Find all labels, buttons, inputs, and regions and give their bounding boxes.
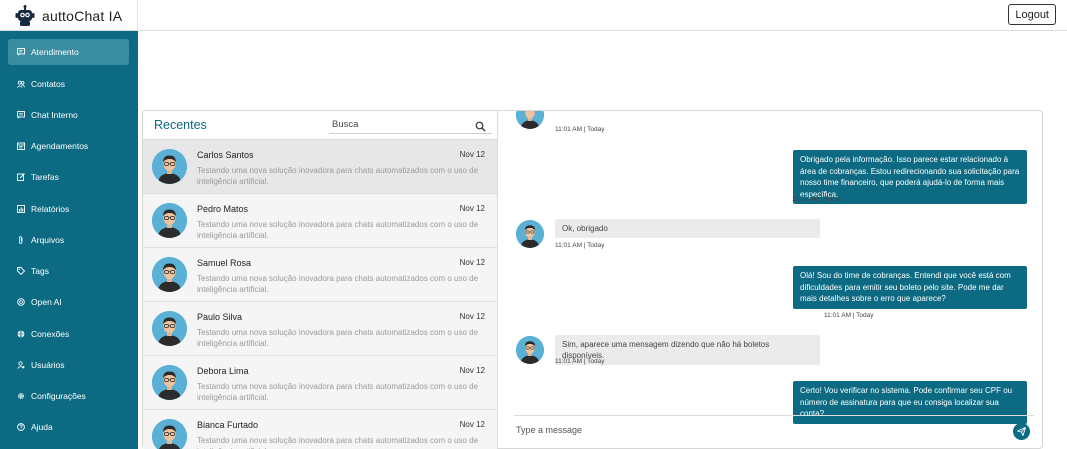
contact-list-item[interactable]: Carlos Santos Nov 12 Testando uma nova s…: [143, 140, 497, 194]
report-icon: [17, 205, 25, 213]
tag-icon: [17, 267, 25, 275]
sidebar-item-agendamentos[interactable]: Agendamentos: [8, 133, 129, 159]
message-timestamp: 11:01 AM | Today: [824, 312, 874, 319]
paperclip-icon: [17, 236, 25, 244]
sidebar: Atendimento Contatos Chat Interno Agenda…: [0, 31, 138, 449]
avatar: [516, 111, 544, 129]
contact-preview: Testando uma nova solução inovadora para…: [197, 382, 479, 402]
logout-button[interactable]: Logout: [1008, 4, 1056, 25]
message-timestamp: 11:01 AM | Today: [792, 196, 842, 203]
contact-preview: Testando uma nova solução inovadora para…: [197, 274, 479, 294]
sidebar-item-label: Tags: [31, 266, 49, 276]
avatar: [152, 203, 187, 238]
search-placeholder: Busca: [332, 119, 359, 130]
contact-date: Nov 12: [459, 420, 485, 429]
help-icon: [17, 423, 25, 431]
chat-panel: 11:01 AM | Today Obrigado pela informaçã…: [499, 111, 1042, 449]
message-timestamp: 11:01 AM | Today: [555, 242, 605, 249]
contact-name: Paulo Silva: [197, 312, 243, 322]
message-icon: [17, 111, 25, 119]
contact-name: Carlos Santos: [197, 150, 254, 160]
avatar: [152, 149, 187, 184]
chat-icon: [17, 48, 25, 56]
sidebar-item-conexoes[interactable]: Conexões: [8, 321, 129, 347]
contact-list-item[interactable]: Pedro Matos Nov 12 Testando uma nova sol…: [143, 194, 497, 248]
sidebar-item-label: Relatórios: [31, 204, 70, 214]
globe-icon: [17, 330, 25, 338]
sidebar-item-ajuda[interactable]: Ajuda: [8, 414, 129, 440]
send-button[interactable]: [1013, 423, 1030, 440]
contact-preview: Testando uma nova solução inovadora para…: [197, 328, 479, 348]
sidebar-item-tarefas[interactable]: Tarefas: [8, 164, 129, 190]
chat-card: Recentes Busca Carlos Santos Nov 12 Test…: [142, 110, 1043, 449]
sidebar-item-label: Arquivos: [31, 235, 65, 245]
gear-icon: [17, 392, 25, 400]
openai-icon: [17, 298, 25, 306]
sidebar-item-label: Agendamentos: [31, 141, 89, 151]
avatar: [152, 365, 187, 400]
sidebar-item-atendimento[interactable]: Atendimento: [8, 39, 129, 65]
app-name: auttoChat IA: [42, 7, 123, 24]
contact-list-item[interactable]: Debora Lima Nov 12 Testando uma nova sol…: [143, 356, 497, 410]
recents-panel: Recentes Busca Carlos Santos Nov 12 Test…: [143, 111, 498, 449]
avatar: [152, 311, 187, 346]
sidebar-item-label: Atendimento: [31, 47, 79, 57]
sidebar-item-label: Conexões: [31, 329, 70, 339]
sidebar-item-relatorios[interactable]: Relatórios: [8, 196, 129, 222]
contacts-icon: [17, 80, 25, 88]
top-bar: auttoChat IA Logout: [0, 0, 1067, 31]
recents-header: Recentes Busca: [143, 111, 497, 140]
search-icon[interactable]: [475, 119, 486, 132]
avatar: [516, 336, 544, 364]
sidebar-item-configuracoes[interactable]: Configurações: [8, 383, 129, 409]
contact-preview: Testando uma nova solução inovadora para…: [197, 220, 479, 240]
sidebar-item-chat-interno[interactable]: Chat Interno: [8, 102, 129, 128]
message-timestamp: 11:01 AM | Today: [555, 126, 605, 133]
contact-date: Nov 12: [459, 258, 485, 267]
contact-list-item[interactable]: Bianca Furtado Nov 12 Testando uma nova …: [143, 410, 497, 449]
sidebar-item-arquivos[interactable]: Arquivos: [8, 227, 129, 253]
sidebar-item-label: Open AI: [31, 297, 62, 307]
contact-name: Samuel Rosa: [197, 258, 252, 268]
message-timestamp: 11:01 AM | Today: [555, 358, 605, 365]
sidebar-item-label: Configurações: [31, 391, 86, 401]
recents-title: Recentes: [154, 118, 207, 132]
sidebar-item-label: Ajuda: [31, 422, 53, 432]
contact-preview: Testando uma nova solução inovadora para…: [197, 436, 479, 449]
sidebar-item-tags[interactable]: Tags: [8, 258, 129, 284]
avatar: [152, 257, 187, 292]
sidebar-item-contatos[interactable]: Contatos: [8, 71, 129, 97]
sidebar-item-usuarios[interactable]: Usuários: [8, 352, 129, 378]
contact-date: Nov 12: [459, 312, 485, 321]
message-outgoing: Olá! Sou do time de cobranças. Entendi q…: [793, 266, 1027, 309]
brand[interactable]: auttoChat IA: [0, 0, 138, 31]
sidebar-item-label: Contatos: [31, 79, 66, 89]
contact-name: Bianca Furtado: [197, 420, 259, 430]
avatar: [152, 419, 187, 449]
message-composer[interactable]: Type a message: [514, 415, 1034, 445]
contact-name: Pedro Matos: [197, 204, 249, 214]
search-input[interactable]: Busca: [329, 116, 492, 134]
contact-name: Debora Lima: [197, 366, 249, 376]
user-icon: [17, 361, 25, 369]
contact-list-item[interactable]: Samuel Rosa Nov 12 Testando uma nova sol…: [143, 248, 497, 302]
sidebar-item-label: Usuários: [31, 360, 65, 370]
contact-date: Nov 12: [459, 204, 485, 213]
contact-list-item[interactable]: Paulo Silva Nov 12 Testando uma nova sol…: [143, 302, 497, 356]
contact-date: Nov 12: [459, 150, 485, 159]
avatar: [516, 220, 544, 248]
sidebar-item-open-ai[interactable]: Open AI: [8, 289, 129, 315]
sidebar-item-label: Chat Interno: [31, 110, 78, 120]
contact-preview: Testando uma nova solução inovadora para…: [197, 166, 479, 186]
send-icon: [1017, 427, 1026, 436]
calendar-icon: [17, 142, 25, 150]
contact-date: Nov 12: [459, 366, 485, 375]
message-incoming: Ok, obrigado: [555, 219, 820, 238]
robot-logo-icon: [14, 4, 36, 27]
edit-icon: [17, 173, 25, 181]
message-input[interactable]: Type a message: [516, 425, 582, 435]
sidebar-item-label: Tarefas: [31, 172, 59, 182]
